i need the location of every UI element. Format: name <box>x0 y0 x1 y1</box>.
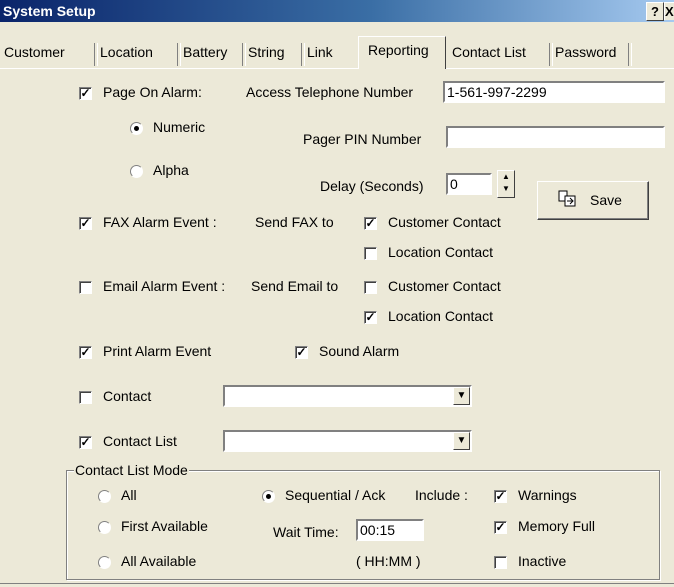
tab-location[interactable]: Location <box>100 44 153 60</box>
check-icon: ✓ <box>80 435 91 449</box>
tab-baseline <box>0 68 674 69</box>
window-title: System Setup <box>3 3 96 19</box>
mode-all-available-radio[interactable] <box>98 556 111 569</box>
check-icon: ✓ <box>296 345 307 359</box>
pager-pin-label: Pager PIN Number <box>303 131 422 147</box>
check-icon: ✓ <box>80 345 91 359</box>
send-email-to-label: Send Email to <box>251 278 339 294</box>
page-on-alarm-label: Page On Alarm: <box>103 84 202 100</box>
email-customer-contact-checkbox[interactable] <box>364 281 377 294</box>
sound-alarm-label: Sound Alarm <box>319 343 400 359</box>
email-location-contact-checkbox[interactable]: ✓ <box>364 311 377 324</box>
check-icon: ✓ <box>80 216 91 230</box>
mode-all-radio[interactable] <box>98 490 111 503</box>
spin-down-icon[interactable]: ▼ <box>498 183 514 195</box>
email-alarm-label: Email Alarm Event : <box>103 278 226 294</box>
check-icon: ✓ <box>365 310 376 324</box>
inactive-checkbox[interactable] <box>494 556 507 569</box>
chevron-down-icon[interactable]: ▼ <box>453 387 470 405</box>
mode-first-available-radio[interactable] <box>98 521 111 534</box>
check-icon: ✓ <box>495 520 506 534</box>
wait-time-input[interactable]: 00:15 <box>356 519 424 541</box>
bottom-divider <box>0 583 674 584</box>
email-alarm-checkbox[interactable] <box>79 281 92 294</box>
delay-input[interactable]: 0 <box>446 173 492 195</box>
contact-list-mode-title: Contact List Mode <box>74 462 189 478</box>
mode-sequential-ack-label: Sequential / Ack <box>285 487 386 503</box>
chevron-down-icon[interactable]: ▼ <box>453 432 470 450</box>
access-telephone-input[interactable]: 1-561-997-2299 <box>443 81 665 103</box>
delay-label: Delay (Seconds) <box>320 178 424 194</box>
tab-customer[interactable]: Customer <box>4 44 65 60</box>
numeric-label: Numeric <box>153 119 206 135</box>
mode-all-label: All <box>121 487 137 503</box>
access-telephone-label: Access Telephone Number <box>246 84 414 100</box>
fax-alarm-label: FAX Alarm Event : <box>103 214 217 230</box>
contact-list-combobox[interactable]: ▼ <box>223 430 472 452</box>
save-label: Save <box>590 192 622 208</box>
contact-list-checkbox[interactable]: ✓ <box>79 436 92 449</box>
email-location-contact-label: Location Contact <box>388 308 494 324</box>
memory-full-label: Memory Full <box>518 518 596 534</box>
save-icon <box>558 190 578 211</box>
check-icon: ✓ <box>80 86 91 100</box>
warnings-label: Warnings <box>518 487 577 503</box>
fax-customer-contact-label: Customer Contact <box>388 214 501 230</box>
contact-label: Contact <box>103 388 152 404</box>
tab-string[interactable]: String <box>248 44 285 60</box>
mode-first-available-label: First Available <box>121 518 208 534</box>
page-on-alarm-checkbox[interactable]: ✓ <box>79 87 92 100</box>
check-icon: ✓ <box>495 489 506 503</box>
memory-full-checkbox[interactable]: ✓ <box>494 521 507 534</box>
help-button[interactable]: ? <box>646 2 664 21</box>
alpha-label: Alpha <box>153 162 189 178</box>
close-button[interactable]: X <box>664 2 674 20</box>
contact-combobox[interactable]: ▼ <box>223 385 472 407</box>
tab-battery[interactable]: Battery <box>183 44 227 60</box>
email-customer-contact-label: Customer Contact <box>388 278 501 294</box>
fax-alarm-checkbox[interactable]: ✓ <box>79 217 92 230</box>
tab-contact-list[interactable]: Contact List <box>452 44 526 60</box>
tab-reporting[interactable]: Reporting <box>368 42 429 58</box>
mode-sequential-ack-radio[interactable] <box>262 490 275 503</box>
mode-all-available-label: All Available <box>121 553 197 569</box>
tab-link[interactable]: Link <box>307 44 333 60</box>
spin-up-icon[interactable]: ▲ <box>498 171 514 183</box>
contact-list-label: Contact List <box>103 433 177 449</box>
inactive-label: Inactive <box>518 553 567 569</box>
alpha-radio[interactable] <box>130 165 143 178</box>
warnings-checkbox[interactable]: ✓ <box>494 490 507 503</box>
print-alarm-label: Print Alarm Event <box>103 343 212 359</box>
pager-pin-input[interactable] <box>446 126 665 148</box>
fax-location-contact-label: Location Contact <box>388 244 494 260</box>
send-fax-to-label: Send FAX to <box>255 214 334 230</box>
save-button[interactable]: Save <box>537 181 649 220</box>
wait-time-label: Wait Time: <box>273 524 339 540</box>
sound-alarm-checkbox[interactable]: ✓ <box>295 346 308 359</box>
fax-location-contact-checkbox[interactable] <box>364 247 377 260</box>
fax-customer-contact-checkbox[interactable]: ✓ <box>364 217 377 230</box>
numeric-radio[interactable] <box>130 122 143 135</box>
print-alarm-checkbox[interactable]: ✓ <box>79 346 92 359</box>
delay-spinner[interactable]: ▲ ▼ <box>497 170 515 198</box>
include-label: Include : <box>415 487 468 503</box>
check-icon: ✓ <box>365 216 376 230</box>
contact-checkbox[interactable] <box>79 391 92 404</box>
tab-password[interactable]: Password <box>555 44 616 60</box>
title-bar: System Setup ? X <box>0 0 674 22</box>
wait-time-format-label: ( HH:MM ) <box>356 553 421 569</box>
